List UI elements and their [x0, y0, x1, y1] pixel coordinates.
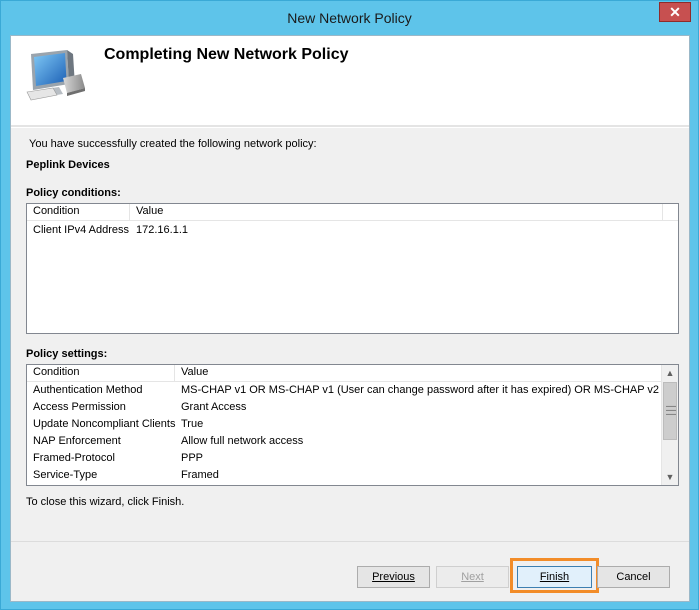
cell-condition: Authentication Method	[33, 384, 143, 396]
cell-condition: Update Noncompliant Clients	[33, 418, 176, 430]
finish-button[interactable]: Finish	[517, 566, 592, 588]
success-message: You have successfully created the follow…	[29, 138, 317, 150]
footer-separator	[11, 541, 689, 542]
policy-conditions-label: Policy conditions:	[26, 187, 121, 199]
cell-value: 172.16.1.1	[136, 224, 188, 236]
cell-condition: Client IPv4 Address	[33, 224, 129, 236]
cell-value: Grant Access	[181, 401, 247, 413]
scroll-down-icon[interactable]: ▼	[662, 469, 678, 485]
finish-label: Finish	[539, 571, 570, 583]
dialog-client: Completing New Network Policy You have s…	[10, 35, 690, 602]
wizard-header: Completing New Network Policy	[11, 36, 689, 125]
computer-monitor-icon	[26, 50, 85, 101]
table-row[interactable]: Authentication Method MS-CHAP v1 OR MS-C…	[27, 382, 678, 399]
cell-condition: Framed-Protocol	[33, 452, 115, 464]
policy-name: Peplink Devices	[26, 159, 110, 171]
scroll-up-icon[interactable]: ▲	[662, 365, 678, 381]
column-header-condition[interactable]: Condition	[27, 204, 130, 220]
next-label: Next	[461, 571, 484, 583]
next-button[interactable]: Next	[436, 566, 509, 588]
cancel-label: Cancel	[616, 571, 651, 583]
cell-value: Allow full network access	[181, 435, 304, 447]
grip-icon: — — —	[666, 401, 676, 420]
policy-settings-label: Policy settings:	[26, 348, 108, 360]
cell-condition: Service-Type	[33, 469, 98, 481]
cell-value: True	[181, 418, 204, 430]
close-hint: To close this wizard, click Finish.	[26, 496, 185, 508]
cell-condition: Access Permission	[33, 401, 126, 413]
header-separator	[11, 125, 689, 128]
cell-value: PPP	[181, 452, 204, 464]
policy-conditions-list[interactable]: Condition Value Client IPv4 Address 172.…	[26, 203, 679, 334]
list-header: Condition Value	[27, 365, 663, 382]
close-button[interactable]: ✕	[659, 2, 691, 22]
previous-label: Previous	[372, 571, 415, 583]
policy-settings-list[interactable]: Condition Value Authentication Method MS…	[26, 364, 679, 486]
wizard-title: Completing New Network Policy	[104, 46, 349, 63]
cell-value: Framed	[181, 469, 219, 481]
window-title: New Network Policy	[287, 10, 412, 26]
list-header: Condition Value	[27, 204, 678, 221]
title-bar[interactable]: New Network Policy ✕	[1, 1, 698, 35]
table-row[interactable]: Update Noncompliant Clients True	[27, 416, 678, 433]
table-row[interactable]: Framed-Protocol PPP	[27, 450, 678, 467]
column-header-value[interactable]: Value	[130, 204, 663, 220]
vertical-scrollbar[interactable]: ▲ — — — ▼	[661, 365, 678, 485]
cell-condition: NAP Enforcement	[33, 435, 121, 447]
close-icon: ✕	[669, 4, 681, 20]
column-header-condition[interactable]: Condition	[27, 365, 175, 381]
window-frame: New Network Policy ✕ Completing New Netw…	[0, 0, 699, 610]
previous-button[interactable]: Previous	[357, 566, 430, 588]
table-row[interactable]: Access Permission Grant Access	[27, 399, 678, 416]
table-row[interactable]: Client IPv4 Address 172.16.1.1	[27, 222, 678, 239]
cell-value: MS-CHAP v1 OR MS-CHAP v1 (User can chang…	[181, 384, 665, 396]
table-row[interactable]: Service-Type Framed	[27, 467, 678, 484]
column-header-value[interactable]: Value	[175, 365, 663, 381]
cancel-button[interactable]: Cancel	[597, 566, 670, 588]
table-row[interactable]: NAP Enforcement Allow full network acces…	[27, 433, 678, 450]
